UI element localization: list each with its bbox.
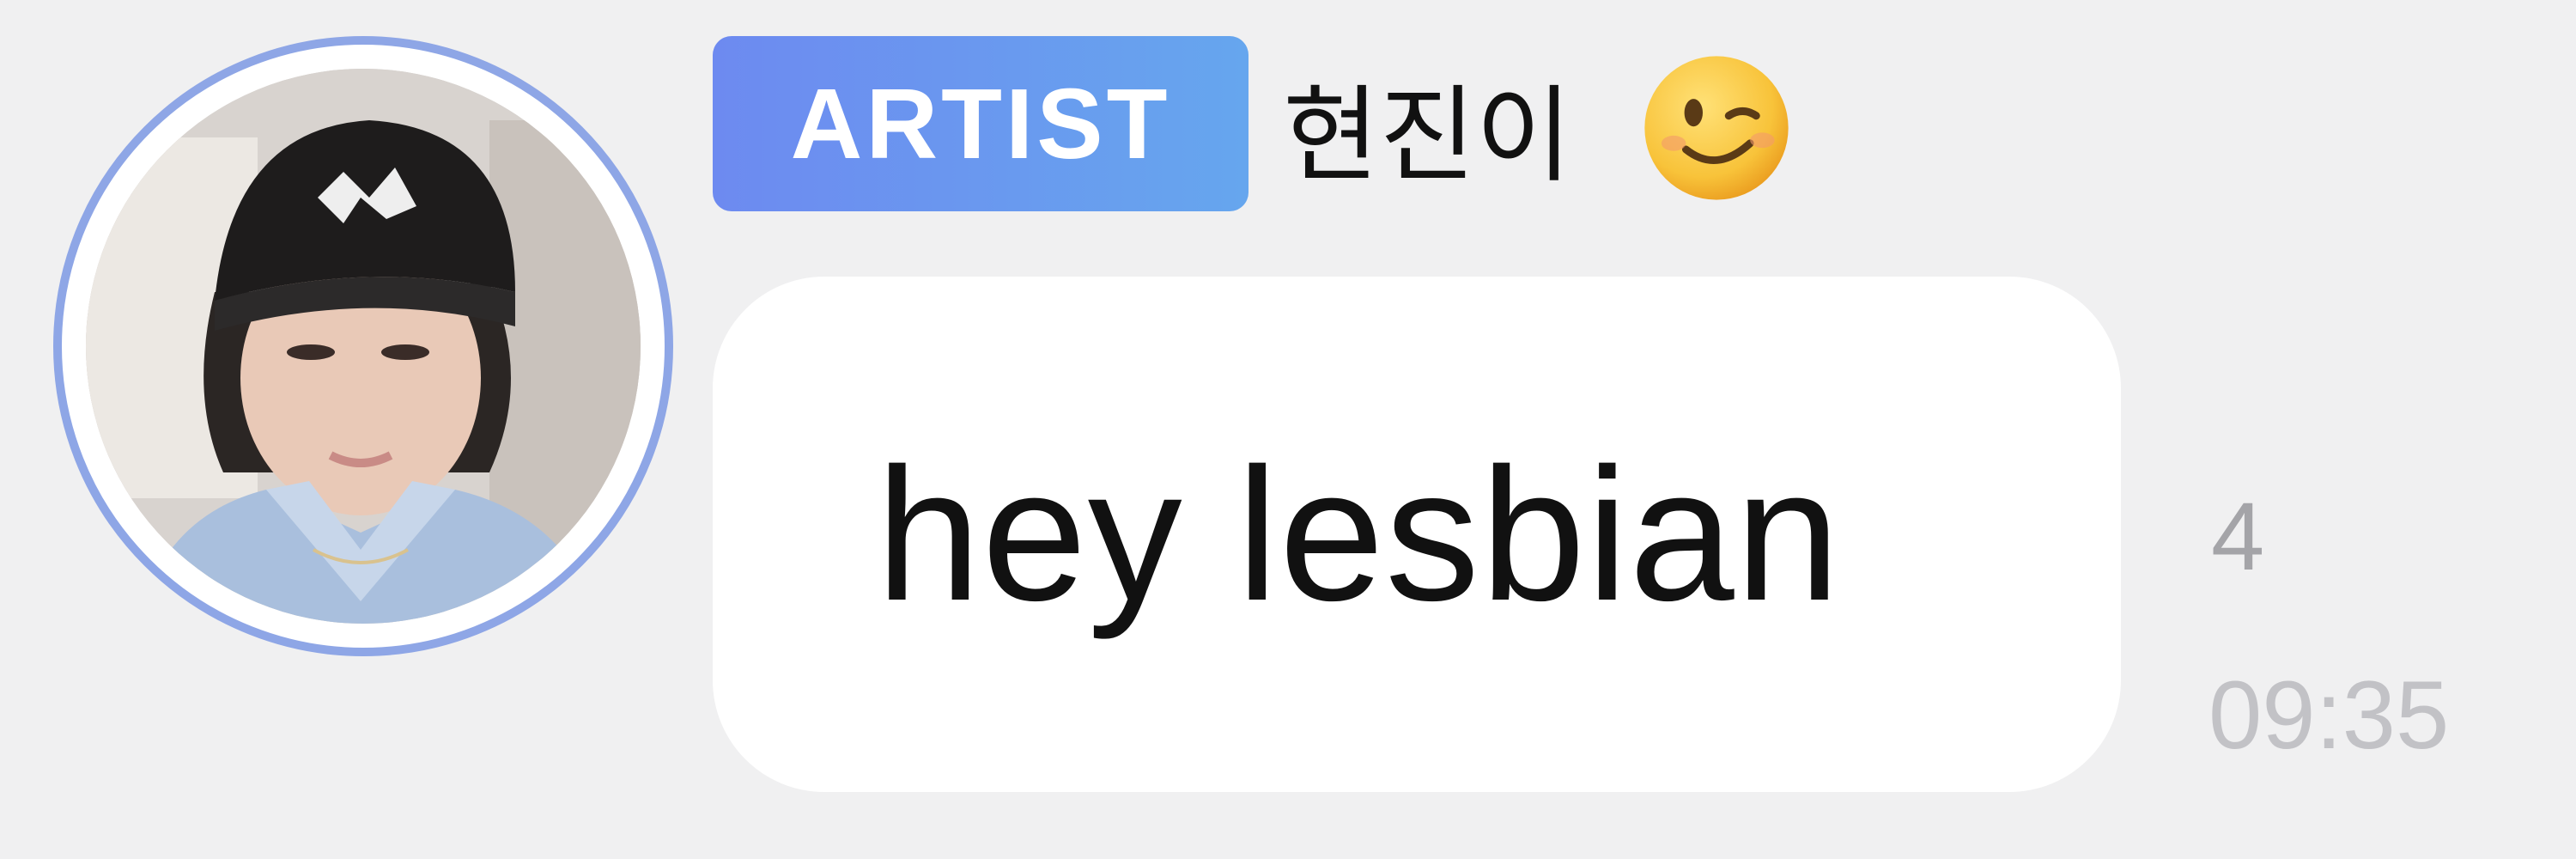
avatar[interactable] xyxy=(86,69,641,624)
artist-badge: ARTIST xyxy=(713,36,1249,211)
profile-photo-icon xyxy=(86,69,641,624)
message-text: hey lesbian xyxy=(876,428,1841,640)
message-bubble[interactable]: hey lesbian xyxy=(713,277,2121,792)
sender-name[interactable]: 현진이 xyxy=(1283,45,1572,208)
chat-message-row: ARTIST 현진이 hey lesbian 4 09:35 xyxy=(0,0,2576,859)
message-time: 09:35 xyxy=(2208,661,2450,769)
winking-face-icon xyxy=(1640,52,1793,204)
unread-count: 4 xyxy=(2211,483,2265,590)
